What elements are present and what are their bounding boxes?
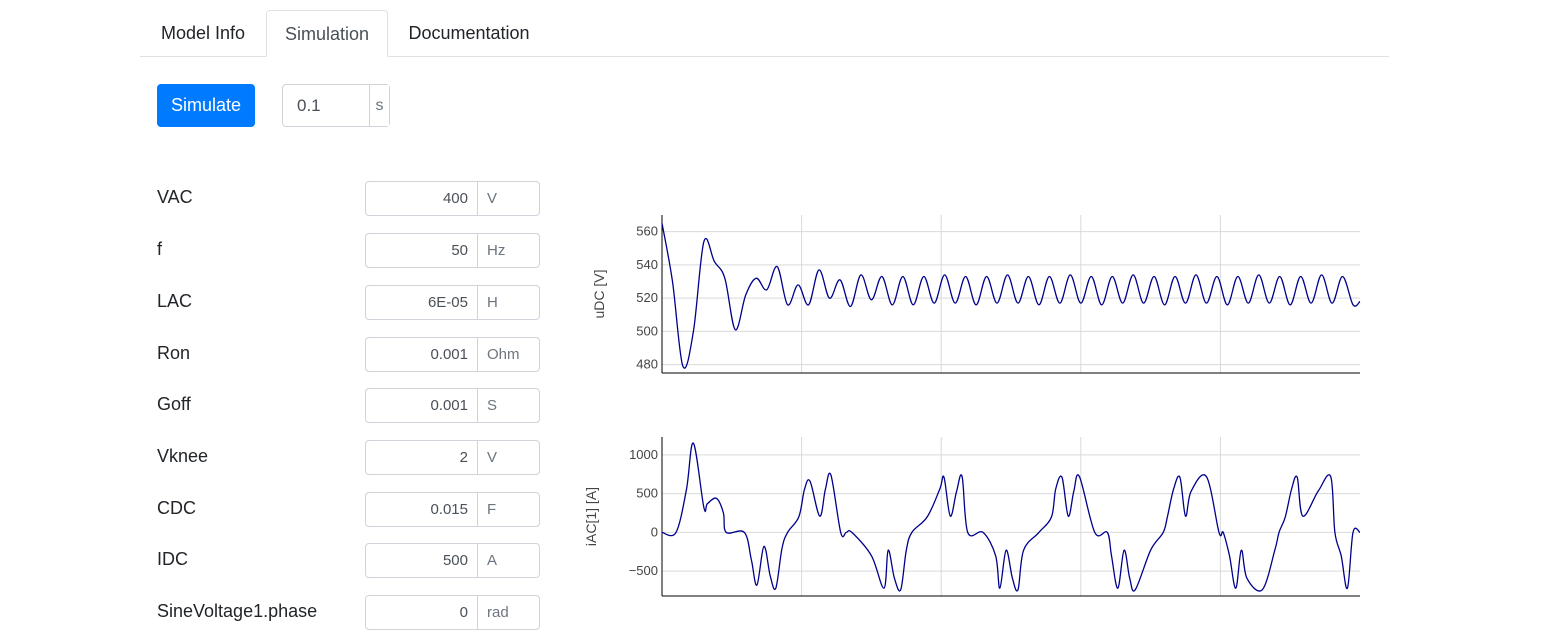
y-tick-label: 560: [636, 224, 658, 239]
y-tick-label: 480: [636, 357, 658, 372]
y-axis-label: iAC[1] [A]: [583, 487, 599, 546]
y-tick-label: −500: [629, 563, 658, 578]
y-tick-label: 500: [636, 323, 658, 338]
y-tick-label: 540: [636, 257, 658, 272]
series-line: [661, 223, 1361, 369]
series-line: [661, 442, 1361, 592]
y-tick-label: 0: [651, 524, 658, 539]
y-tick-label: 500: [636, 486, 658, 501]
y-tick-label: 520: [636, 290, 658, 305]
simulation-plots[interactable]: 480 500 520 540 560 uDC [V] −500 0 500 1000 iAC[1]…: [0, 0, 1556, 641]
y-axis-label: uDC [V]: [591, 269, 607, 318]
y-tick-label: 1000: [629, 447, 658, 462]
chart-0[interactable]: 480 500 520 540 560 uDC [V]: [591, 215, 1361, 374]
chart-1[interactable]: −500 0 500 1000 iAC[1] [A]: [583, 437, 1361, 597]
